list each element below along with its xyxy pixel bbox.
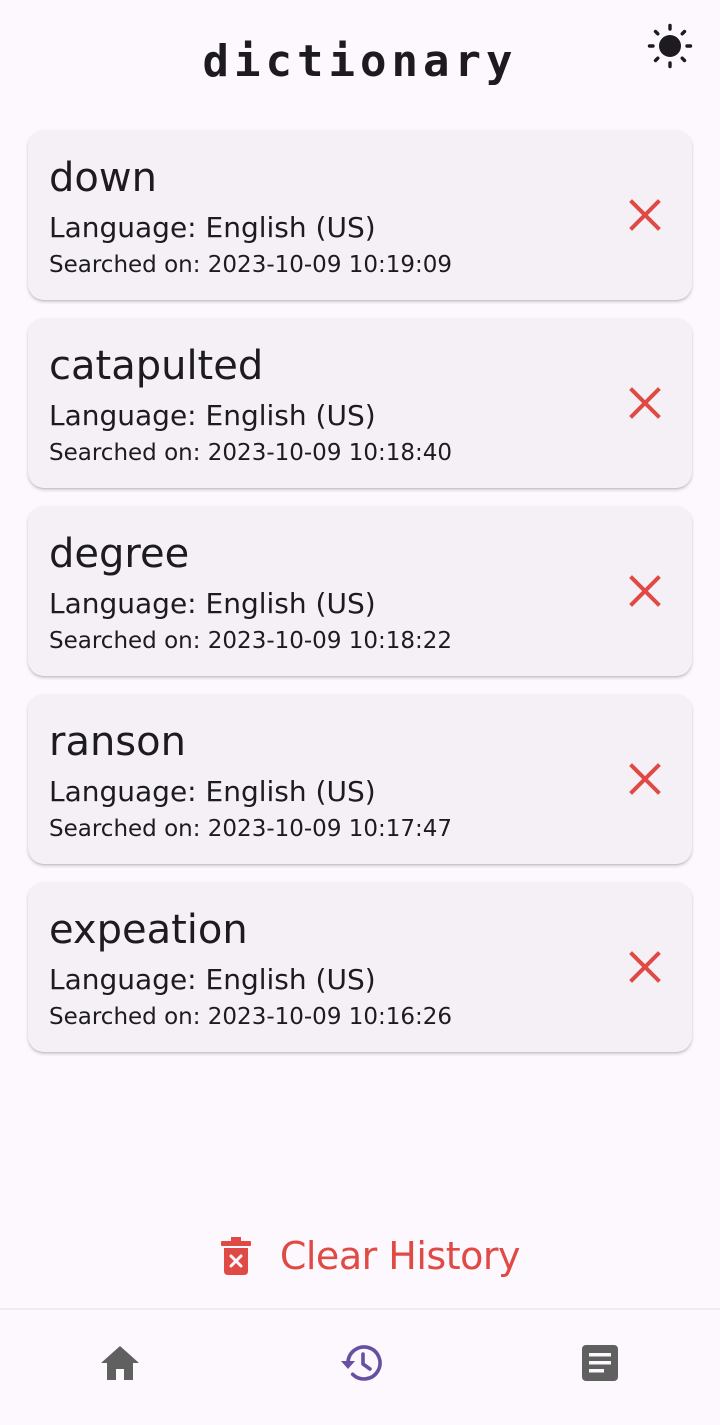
history-word: catapulted <box>49 343 264 389</box>
delete-entry-button[interactable] <box>618 376 672 430</box>
close-icon <box>629 763 661 795</box>
bottom-navigation <box>0 1310 720 1425</box>
clear-history-label: Clear History <box>279 1234 521 1278</box>
delete-entry-button[interactable] <box>618 940 672 994</box>
history-language: Language: English (US) <box>49 775 376 808</box>
close-icon <box>629 387 661 419</box>
sun-icon <box>647 23 693 69</box>
history-word: down <box>49 155 157 201</box>
history-card[interactable]: degree Language: English (US) Searched o… <box>28 506 692 676</box>
history-word: expeation <box>49 907 248 953</box>
history-timestamp: Searched on: 2023-10-09 10:17:47 <box>49 816 453 842</box>
nav-history[interactable] <box>331 1338 391 1388</box>
history-timestamp: Searched on: 2023-10-09 10:16:26 <box>49 1004 453 1030</box>
home-icon <box>101 1346 139 1380</box>
history-list: down Language: English (US) Searched on:… <box>28 130 692 1070</box>
app-title: dictionary <box>202 36 518 87</box>
history-timestamp: Searched on: 2023-10-09 10:18:40 <box>49 440 453 466</box>
nav-notes[interactable] <box>570 1338 630 1388</box>
delete-entry-button[interactable] <box>618 188 672 242</box>
clear-history-button[interactable]: Clear History <box>210 1222 521 1290</box>
close-icon <box>629 951 661 983</box>
theme-toggle-button[interactable] <box>644 22 696 70</box>
history-language: Language: English (US) <box>49 587 376 620</box>
history-timestamp: Searched on: 2023-10-09 10:19:09 <box>49 252 453 278</box>
delete-entry-button[interactable] <box>618 752 672 806</box>
history-timestamp: Searched on: 2023-10-09 10:18:22 <box>49 628 453 654</box>
history-language: Language: English (US) <box>49 211 376 244</box>
history-card[interactable]: down Language: English (US) Searched on:… <box>28 130 692 300</box>
history-card[interactable]: expeation Language: English (US) Searche… <box>28 882 692 1052</box>
history-card[interactable]: ranson Language: English (US) Searched o… <box>28 694 692 864</box>
delete-entry-button[interactable] <box>618 564 672 618</box>
history-language: Language: English (US) <box>49 399 376 432</box>
history-word: ranson <box>49 719 186 765</box>
close-icon <box>629 575 661 607</box>
history-card[interactable]: catapulted Language: English (US) Search… <box>28 318 692 488</box>
history-language: Language: English (US) <box>49 963 376 996</box>
nav-home[interactable] <box>90 1338 150 1388</box>
app-bar: dictionary <box>0 0 720 120</box>
close-icon <box>629 199 661 231</box>
history-word: degree <box>49 531 190 577</box>
history-icon <box>341 1345 382 1381</box>
article-icon <box>582 1345 618 1381</box>
trash-icon <box>220 1236 252 1276</box>
